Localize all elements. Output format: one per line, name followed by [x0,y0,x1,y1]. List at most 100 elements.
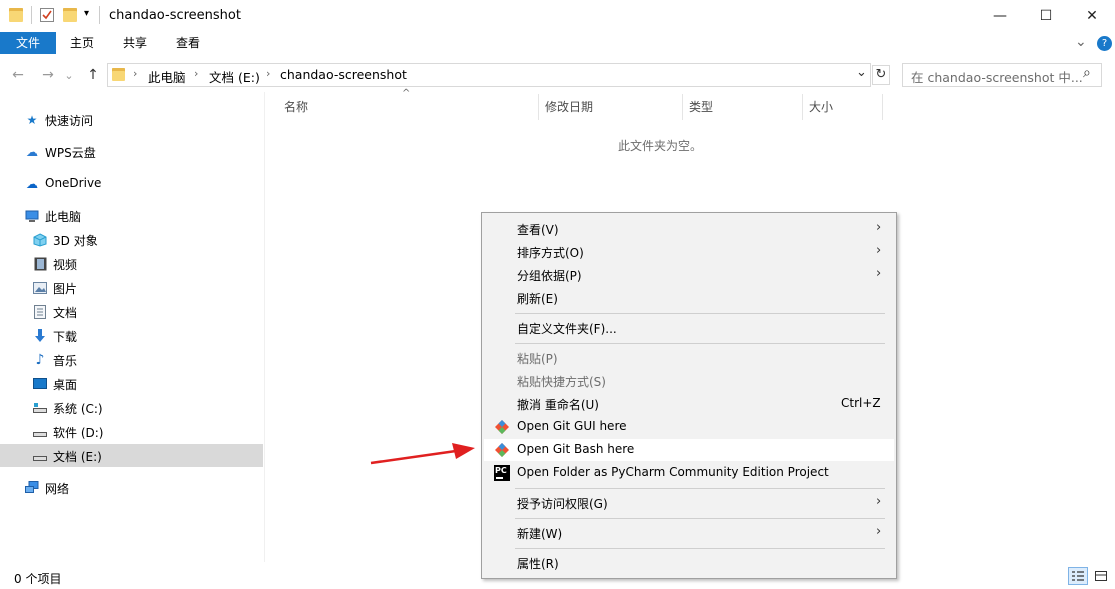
nav-item-drive-d[interactable]: 软件 (D:) [0,420,263,443]
menu-separator [515,343,885,344]
new-folder-icon[interactable] [63,8,77,22]
details-view-button[interactable] [1068,567,1088,585]
column-divider[interactable] [802,94,803,120]
pane-divider [264,92,265,562]
breadcrumb-separator[interactable]: › [266,67,270,80]
nav-item-quick-access[interactable]: ★ 快速访问 [0,108,263,131]
menu-item-sort-by[interactable]: 排序方式(O) › [484,241,894,263]
close-button[interactable]: ✕ [1069,0,1115,32]
search-box[interactable]: 在 chandao-screenshot 中... ⌕ [902,63,1102,87]
large-icons-view-button[interactable] [1091,567,1111,585]
menu-item-label: 属性(R) [517,557,559,571]
nav-item-documents[interactable]: 文档 [0,300,263,323]
address-bar[interactable]: › 此电脑 › 文档 (E:) › chandao-screenshot ⌄ [107,63,871,87]
menu-separator [515,488,885,489]
drive-e-icon [33,449,47,463]
menu-item-label: 排序方式(O) [517,246,584,260]
nav-item-label: OneDrive [45,176,102,190]
menu-item-group-by[interactable]: 分组依据(P) › [484,264,894,286]
sort-ascending-icon: ^ [402,88,411,99]
chevron-right-icon: › [876,243,882,258]
menu-item-undo-rename[interactable]: 撤消 重命名(U) Ctrl+Z [484,393,894,415]
navigation-pane: ★ 快速访问 ☁ WPS云盘 ☁ OneDrive 此电脑 3D 对象 视频 图… [0,96,264,556]
menu-item-label: Open Git Bash here [517,442,635,456]
nav-item-onedrive[interactable]: ☁ OneDrive [0,172,263,195]
star-icon: ★ [26,113,38,127]
maximize-button[interactable]: ☐ [1023,0,1069,32]
menu-item-paste-shortcut: 粘贴快捷方式(S) [484,370,894,392]
nav-item-pictures[interactable]: 图片 [0,276,263,299]
menu-item-new[interactable]: 新建(W) › [484,522,894,544]
menu-item-properties[interactable]: 属性(R) [484,552,894,574]
back-button[interactable]: ← [8,65,28,85]
nav-item-label: 视频 [53,258,78,272]
menu-item-view[interactable]: 查看(V) › [484,218,894,240]
breadcrumb-separator[interactable]: › [194,67,198,80]
nav-item-videos[interactable]: 视频 [0,252,263,275]
menu-item-give-access[interactable]: 授予访问权限(G) › [484,492,894,514]
tab-home[interactable]: 主页 [58,32,106,54]
computer-icon [25,209,39,223]
close-icon: ✕ [1086,8,1098,24]
nav-item-downloads[interactable]: 下载 [0,324,263,347]
breadcrumb-current-folder[interactable]: chandao-screenshot [280,67,407,82]
tab-file[interactable]: 文件 [0,32,56,54]
divider [99,6,100,24]
onedrive-icon: ☁ [26,177,38,191]
address-dropdown-icon[interactable]: ⌄ [856,65,867,80]
breadcrumb-documents-drive[interactable]: 文档 (E:) [209,67,260,86]
column-header-size[interactable]: 大小 [809,98,833,115]
chevron-right-icon: › [876,266,882,281]
menu-separator [515,518,885,519]
ribbon-expand-icon[interactable]: ⌄ [1075,34,1087,50]
menu-item-open-pycharm-project[interactable]: PC Open Folder as PyCharm Community Edit… [484,462,894,484]
column-divider[interactable] [882,94,883,120]
details-view-icon [1072,571,1084,581]
nav-item-wps-cloud[interactable]: ☁ WPS云盘 [0,140,263,163]
arrow-up-icon: ↑ [87,67,99,83]
menu-item-label: 粘贴(P) [517,352,558,366]
nav-item-network[interactable]: 网络 [0,476,263,499]
nav-item-3d-objects[interactable]: 3D 对象 [0,228,263,251]
nav-item-drive-c[interactable]: 系统 (C:) [0,396,263,419]
tab-view[interactable]: 查看 [164,32,212,54]
menu-item-label: 分组依据(P) [517,269,582,283]
tab-share[interactable]: 共享 [111,32,159,54]
nav-item-desktop[interactable]: 桌面 [0,372,263,395]
forward-button[interactable]: → [38,65,58,85]
menu-item-open-git-gui[interactable]: Open Git GUI here [484,416,894,438]
menu-item-label: 撤消 重命名(U) [517,398,599,412]
minimize-button[interactable]: — [977,0,1023,32]
search-input[interactable]: 在 chandao-screenshot 中... [911,67,1083,86]
menu-item-refresh[interactable]: 刷新(E) [484,287,894,309]
breadcrumb-this-pc[interactable]: 此电脑 [148,67,186,86]
column-header-modified[interactable]: 修改日期 [545,98,593,115]
up-button[interactable]: ↑ [83,65,103,85]
column-header-name[interactable]: 名称 [284,98,308,115]
large-icons-view-icon [1095,571,1107,581]
nav-item-music[interactable]: ♪ 音乐 [0,348,263,371]
git-icon [494,419,510,435]
folder-icon [112,68,125,81]
context-menu: 查看(V) › 排序方式(O) › 分组依据(P) › 刷新(E) 自定义文件夹… [481,212,897,579]
menu-item-customize-folder[interactable]: 自定义文件夹(F)... [484,317,894,339]
nav-item-this-pc[interactable]: 此电脑 [0,204,263,227]
refresh-icon[interactable]: ↻ [872,65,890,85]
nav-item-label: 下载 [53,330,78,344]
breadcrumb-separator[interactable]: › [133,67,137,80]
customize-quick-access-icon[interactable]: ▾ [84,8,89,19]
menu-item-open-git-bash[interactable]: Open Git Bash here [484,439,894,461]
cloud-icon: ☁ [26,145,38,159]
network-icon [25,481,39,495]
column-divider[interactable] [538,94,539,120]
recent-locations-button[interactable]: ⌄ [62,65,76,85]
help-icon[interactable]: ? [1097,36,1112,51]
menu-item-label: 自定义文件夹(F)... [517,322,617,336]
properties-icon[interactable] [40,8,54,22]
column-divider[interactable] [682,94,683,120]
download-icon [33,329,47,343]
nav-item-drive-e[interactable]: 文档 (E:) [0,444,263,467]
chevron-right-icon: › [876,524,882,539]
nav-item-label: 文档 [53,306,78,320]
column-header-type[interactable]: 类型 [689,98,713,115]
